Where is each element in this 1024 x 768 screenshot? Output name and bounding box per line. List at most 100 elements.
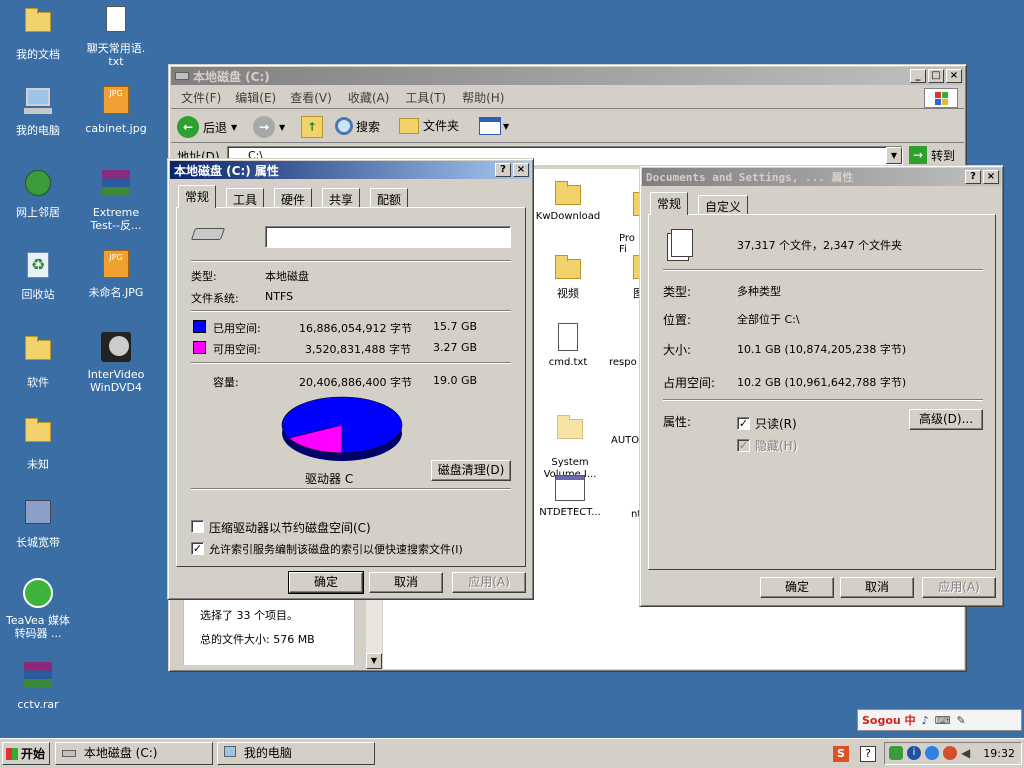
back-button[interactable]: ← 后退 ▼ xyxy=(177,116,237,138)
desktop-icon-cabinet-jpg[interactable]: JPG cabinet.jpg xyxy=(81,86,151,135)
menu-file[interactable]: 文件(F) xyxy=(171,89,231,106)
desktop-icon-teavea[interactable]: TeaVea 媒体 转码器 ... xyxy=(3,578,73,640)
ime-toolbar[interactable]: Sogou 中 ♪ ⌨ ✎ xyxy=(857,709,1022,731)
file-item[interactable]: 视频 xyxy=(533,253,603,301)
tab-quota[interactable]: 配额 xyxy=(370,188,409,208)
help-tray-icon[interactable]: ? xyxy=(860,746,876,762)
divider xyxy=(191,310,511,312)
tab-general[interactable]: 常规 xyxy=(650,192,689,215)
disk-tab-strip: 常规 工具 硬件 共享 配额 xyxy=(176,185,526,209)
folder-properties-titlebar[interactable]: Documents and Settings, ... 属性 ? × xyxy=(642,168,1001,186)
up-folder-icon[interactable]: ↑ xyxy=(301,116,323,138)
dropdown-arrow-icon: ▼ xyxy=(279,122,286,132)
desktop-icon-label: 未知 xyxy=(27,458,49,471)
filesystem-label: 文件系统: xyxy=(191,292,239,305)
scroll-down-button[interactable]: ▼ xyxy=(366,653,382,669)
info-tray-icon[interactable]: i xyxy=(907,746,921,760)
help-button[interactable]: ? xyxy=(495,163,511,177)
folder-icon xyxy=(555,255,581,279)
cancel-button[interactable]: 取消 xyxy=(840,577,914,598)
task-local-disk[interactable]: 本地磁盘 (C:) xyxy=(55,742,213,765)
desktop-icon-unknown[interactable]: 未知 xyxy=(3,414,73,471)
tab-general[interactable]: 常规 xyxy=(178,185,217,208)
multiple-files-icon xyxy=(671,229,693,257)
ie-tray-icon[interactable] xyxy=(925,746,939,760)
volume-tray-icon[interactable]: ◀ xyxy=(961,746,975,760)
menu-bar: 文件(F) 编辑(E) 查看(V) 收藏(A) 工具(T) 帮助(H) xyxy=(171,87,964,109)
menu-edit[interactable]: 编辑(E) xyxy=(231,89,280,106)
apply-button[interactable]: 应用(A) xyxy=(922,577,996,598)
disk-properties-titlebar[interactable]: 本地磁盘 (C:) 属性 ? × xyxy=(170,161,531,179)
desktop-icon-recycle-bin[interactable]: ♻ 回收站 xyxy=(3,250,73,301)
task-my-computer[interactable]: 我的电脑 xyxy=(217,742,375,765)
forward-button[interactable]: → ▼ xyxy=(253,116,285,138)
minimize-button[interactable]: _ xyxy=(910,69,926,83)
maximize-button[interactable]: □ xyxy=(928,69,944,83)
sogou-tray-icon[interactable]: S xyxy=(833,746,849,762)
tab-hardware[interactable]: 硬件 xyxy=(274,188,313,208)
close-button[interactable]: × xyxy=(983,170,999,184)
cancel-button[interactable]: 取消 xyxy=(369,572,443,593)
readonly-checkbox[interactable]: ✓ xyxy=(737,417,750,430)
tray-icon-4[interactable] xyxy=(943,746,957,760)
advanced-button[interactable]: 高级(D)... xyxy=(909,409,983,430)
menu-help[interactable]: 帮助(H) xyxy=(456,89,510,106)
help-button[interactable]: ? xyxy=(965,170,981,184)
folder-icon xyxy=(555,181,581,205)
tab-tools[interactable]: 工具 xyxy=(226,188,265,208)
file-item[interactable]: KwDownload xyxy=(533,179,603,222)
compress-checkbox[interactable] xyxy=(191,520,204,533)
desktop-icon-software[interactable]: 软件 xyxy=(3,332,73,389)
settings-icon[interactable]: ✎ xyxy=(957,714,966,727)
file-item[interactable]: cmd.txt xyxy=(533,323,603,368)
tray-icon-1[interactable] xyxy=(889,746,903,760)
go-label: 转到 xyxy=(931,148,956,163)
clock: 19:32 xyxy=(983,747,1015,760)
file-item[interactable]: NTDETECT... xyxy=(533,475,607,518)
desktop-icon-cctv-rar[interactable]: cctv.rar xyxy=(3,660,73,711)
index-checkbox[interactable]: ✓ xyxy=(191,542,204,555)
tab-customize[interactable]: 自定义 xyxy=(698,195,749,215)
desktop-icon-chat-txt[interactable]: 聊天常用语. txt xyxy=(81,4,151,68)
menu-view[interactable]: 查看(V) xyxy=(280,89,342,106)
desktop-icon-my-computer[interactable]: 我的电脑 xyxy=(3,86,73,137)
address-dropdown-button[interactable]: ▼ xyxy=(886,147,902,164)
close-button[interactable]: × xyxy=(946,69,962,83)
folders-button[interactable]: 文件夹 xyxy=(399,117,459,134)
type-value: 本地磁盘 xyxy=(265,270,309,283)
menu-favorites[interactable]: 收藏(A) xyxy=(342,89,396,106)
desktop-icon-gwbn[interactable]: 长城宽带 xyxy=(3,496,73,549)
desktop-icon-network[interactable]: 网上邻居 xyxy=(3,168,73,219)
punctuation-icon[interactable]: ♪ xyxy=(922,714,929,727)
network-shortcut-icon xyxy=(22,500,54,532)
ok-button[interactable]: 确定 xyxy=(760,577,834,598)
hidden-checkbox[interactable]: ✓ xyxy=(737,439,750,452)
desktop-icon-label: 我的文档 xyxy=(16,48,60,61)
close-button[interactable]: × xyxy=(513,163,529,177)
desktop-icon-label: InterVideo WinDVD4 xyxy=(87,368,145,394)
start-button[interactable]: 开始 xyxy=(2,742,50,765)
desktop-icon-windvd[interactable]: InterVideo WinDVD4 xyxy=(81,332,151,394)
desktop-icon-label: cctv.rar xyxy=(17,698,59,711)
desktop-icon-extreme-test[interactable]: Extreme Test--反... xyxy=(81,168,151,232)
disk-cleanup-button[interactable]: 磁盘清理(D) xyxy=(431,460,511,481)
panel-scrollbar[interactable]: ▼ xyxy=(366,595,382,669)
menu-tools[interactable]: 工具(T) xyxy=(395,89,456,106)
compress-label: 压缩驱动器以节约磁盘空间(C) xyxy=(209,521,371,535)
contains-value: 37,317 个文件，2,347 个文件夹 xyxy=(737,239,902,252)
desktop-icon-my-documents[interactable]: 我的文档 xyxy=(3,4,73,61)
explorer-titlebar[interactable]: 本地磁盘 (C:) _ □ × xyxy=(171,67,964,85)
ok-button[interactable]: 确定 xyxy=(288,571,364,594)
search-button[interactable]: 搜索 xyxy=(335,117,380,135)
views-button[interactable]: ▼ xyxy=(479,117,509,135)
tab-sharing[interactable]: 共享 xyxy=(322,188,361,208)
apply-button[interactable]: 应用(A) xyxy=(452,572,526,593)
volume-name-input[interactable] xyxy=(265,226,511,248)
computer-icon xyxy=(22,88,54,120)
views-icon xyxy=(479,117,501,135)
divider xyxy=(663,399,983,401)
go-button[interactable]: → 转到 xyxy=(909,146,955,164)
desktop-icon-unnamed-jpg[interactable]: JPG 未命名.JPG xyxy=(81,250,151,299)
capacity-label: 容量: xyxy=(213,376,239,389)
keyboard-icon[interactable]: ⌨ xyxy=(935,714,951,727)
